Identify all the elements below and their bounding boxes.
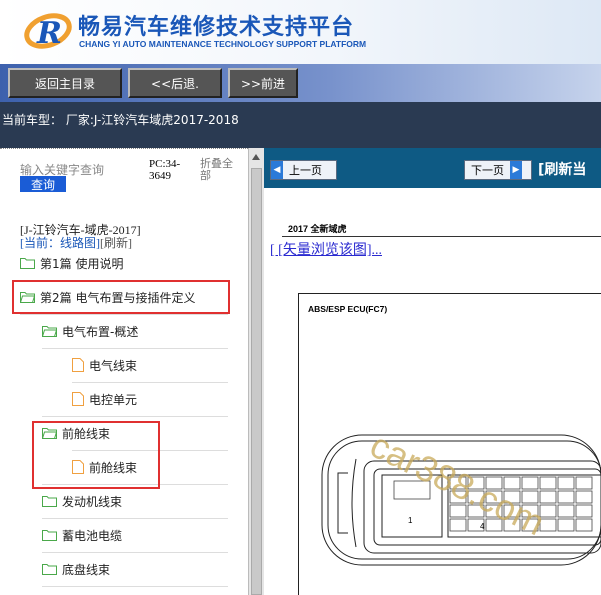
next-page-button[interactable]: 下一页 ▶ xyxy=(464,160,532,180)
tree-item-chassis-harness[interactable]: 底盘线束 xyxy=(42,552,110,586)
folder-icon xyxy=(42,496,57,507)
tree-item-label: 电气线束 xyxy=(89,358,138,373)
folder-icon xyxy=(42,564,57,575)
arrow-left-icon: ◀ xyxy=(271,161,283,179)
tree-item-label: 底盘线束 xyxy=(62,562,111,577)
sidebar: 输入关键字查询 查询 PC:34-3649 折叠全部 [J-江铃汽车-域虎-20… xyxy=(0,148,248,595)
app-title: 畅易汽车维修技术支持平台 xyxy=(78,15,355,40)
divider xyxy=(282,236,601,237)
arrow-right-icon: ▶ xyxy=(510,161,522,179)
svg-text:R: R xyxy=(36,16,62,51)
document-title: 2017 全新域虎 xyxy=(288,224,347,234)
tree-item-engine-harness[interactable]: 发动机线束 xyxy=(42,484,122,518)
tree-item-label: 发动机线束 xyxy=(62,494,123,509)
divider xyxy=(42,586,228,587)
go-back-button[interactable]: <<后退. xyxy=(128,68,222,98)
prev-page-label: 上一页 xyxy=(289,164,322,177)
document-icon xyxy=(72,392,84,406)
tree-item-electrical-harness[interactable]: 电气线束 xyxy=(72,348,137,382)
sidebar-scrollbar[interactable] xyxy=(248,148,264,595)
refresh-page-link[interactable]: [刷新当 xyxy=(538,159,586,179)
content-toolbar: ◀ 上一页 下一页 ▶ [刷新当 xyxy=(264,148,601,188)
highlight-box xyxy=(32,421,160,489)
pin-label: 4 xyxy=(480,522,485,531)
tree-item-part1[interactable]: 第1篇 使用说明 xyxy=(20,246,123,280)
tree-item-label: 第1篇 使用说明 xyxy=(40,256,124,271)
vector-view-link[interactable]: [ [矢量浏览该图]... xyxy=(270,239,382,259)
tree-item-battery-cable[interactable]: 蓄电池电缆 xyxy=(42,518,122,552)
nav-bar: 返回主目录 <<后退. >>前进 xyxy=(0,64,601,102)
prev-page-button[interactable]: ◀ 上一页 xyxy=(270,160,337,180)
highlight-box xyxy=(12,280,230,314)
search-button[interactable]: 查询 xyxy=(20,176,66,192)
folder-icon xyxy=(20,258,35,269)
tree-item-label: 电气布置-概述 xyxy=(62,324,139,339)
tree-item-label: 电控单元 xyxy=(89,392,138,407)
tree-item-layout-overview[interactable]: 电气布置-概述 xyxy=(42,314,138,348)
pc-code-label: PC:34-3649 xyxy=(149,158,181,182)
logo-icon: R xyxy=(24,13,72,51)
scroll-up-icon[interactable] xyxy=(252,154,260,160)
vehicle-info-bar: 当前车型： 厂家:J-江铃汽车域虎2017-2018 xyxy=(0,102,601,148)
app-subtitle: CHANG YI AUTO MAINTENANCE TECHNOLOGY SUP… xyxy=(79,39,367,49)
next-page-label: 下一页 xyxy=(471,164,504,177)
connector-diagram: 1 4 xyxy=(321,434,601,566)
content-pane: ◀ 上一页 下一页 ▶ [刷新当 2017 全新域虎 [ [矢量浏览该图]...… xyxy=(264,148,601,595)
collapse-all-button[interactable]: 折叠全部 xyxy=(200,158,240,182)
app-header: R 畅易汽车维修技术支持平台 CHANG YI AUTO MAINTENANCE… xyxy=(0,0,601,64)
tree-item-label: 蓄电池电缆 xyxy=(62,528,123,543)
go-forward-button[interactable]: >>前进 xyxy=(228,68,298,98)
folder-open-icon xyxy=(42,326,57,337)
pin-label: 1 xyxy=(408,516,413,525)
scroll-thumb[interactable] xyxy=(251,168,262,595)
document-icon xyxy=(72,358,84,372)
back-to-main-button[interactable]: 返回主目录 xyxy=(8,68,122,98)
tree-item-ecu[interactable]: 电控单元 xyxy=(72,382,137,416)
diagram-label: ABS/ESP ECU(FC7) xyxy=(308,304,388,314)
current-vehicle-text: 当前车型： 厂家:J-江铃汽车域虎2017-2018 xyxy=(2,113,239,127)
folder-icon xyxy=(42,530,57,541)
